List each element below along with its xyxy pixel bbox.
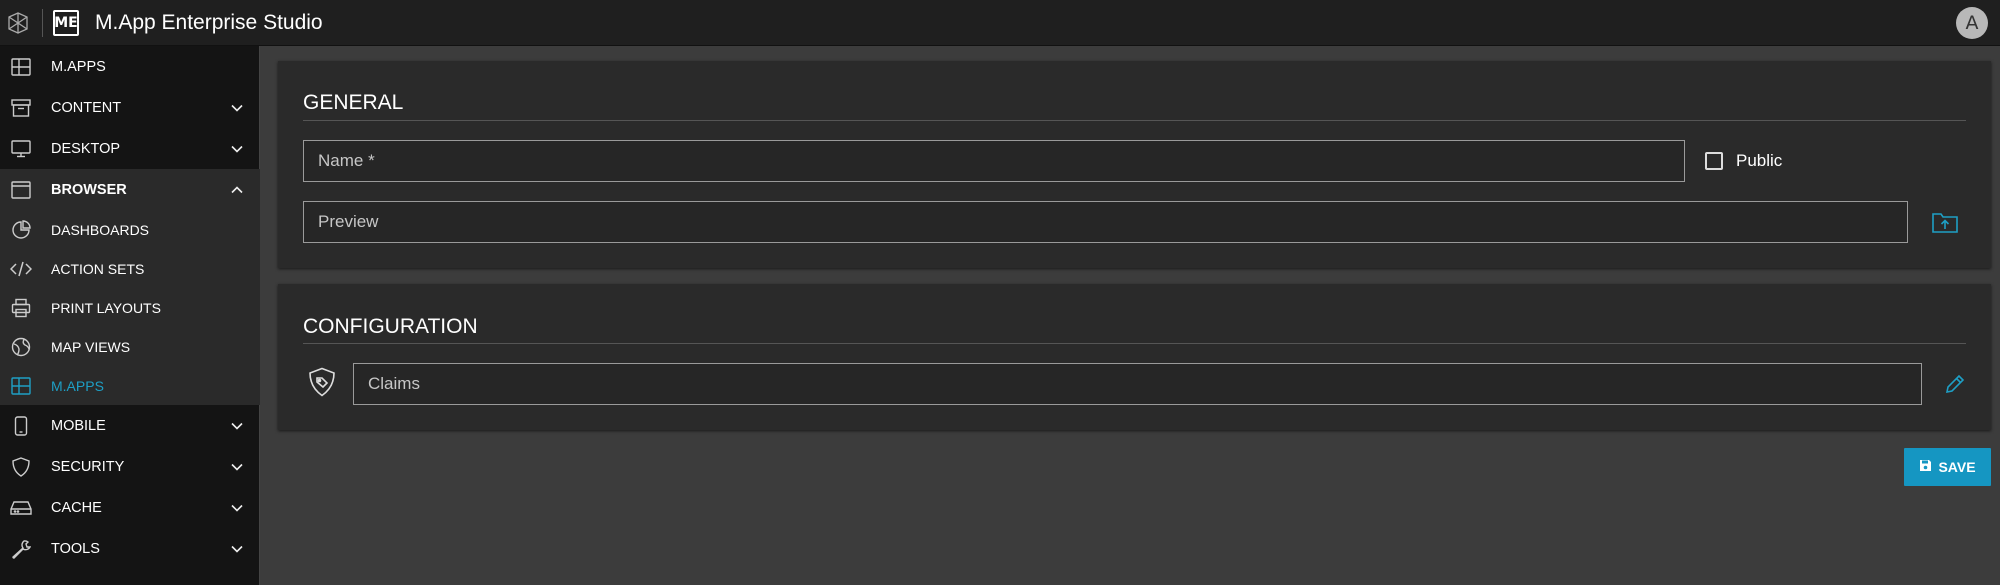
grid-icon [10, 56, 32, 78]
sidebar-item-label: SECURITY [51, 458, 125, 475]
sidebar-item-map-views[interactable]: MAP VIEWS [0, 327, 260, 366]
folder-upload-icon[interactable] [1932, 210, 1958, 234]
pie-chart-icon [10, 219, 32, 241]
sidebar-item-label: CONTENT [51, 99, 122, 116]
sidebar-item-label: MOBILE [51, 417, 106, 434]
configuration-panel: CONFIGURATION Claims [278, 284, 1991, 430]
sidebar-item-mapps[interactable]: M.APPS [0, 46, 260, 87]
sidebar-item-tools[interactable]: TOOLS [0, 528, 260, 569]
chevron-down-icon [230, 460, 244, 474]
chevron-down-icon [230, 501, 244, 515]
sidebar-item-label: DASHBOARDS [51, 221, 150, 238]
general-heading: GENERAL [303, 91, 404, 114]
divider [42, 8, 43, 37]
sidebar-item-label: DESKTOP [51, 140, 121, 157]
sidebar-item-cache[interactable]: CACHE [0, 487, 260, 528]
preview-field[interactable]: Preview [303, 201, 1908, 243]
chevron-up-icon [230, 183, 244, 197]
floppy-disk-icon [1919, 459, 1932, 475]
mobile-icon [10, 415, 32, 437]
browser-window-icon [10, 179, 32, 201]
divider [303, 120, 1966, 121]
public-checkbox[interactable] [1705, 152, 1723, 170]
hexagon-logo-icon [0, 0, 36, 46]
sidebar-item-label: CACHE [51, 499, 102, 516]
configuration-heading: CONFIGURATION [303, 315, 478, 338]
monitor-icon [10, 138, 32, 160]
app-title: M.App Enterprise Studio [95, 10, 323, 34]
sidebar-item-label: BROWSER [51, 181, 127, 198]
save-button[interactable]: SAVE [1904, 448, 1991, 486]
divider [303, 343, 1966, 344]
globe-icon [10, 336, 32, 358]
sidebar-item-print-layouts[interactable]: PRINT LAYOUTS [0, 288, 260, 327]
chevron-down-icon [230, 542, 244, 556]
general-panel: GENERAL Name * Public Preview [278, 61, 1991, 268]
archive-icon [10, 97, 32, 119]
printer-icon [10, 297, 32, 319]
sidebar-item-dashboards[interactable]: DASHBOARDS [0, 210, 260, 249]
grid-icon [10, 375, 32, 397]
sidebar-item-content[interactable]: CONTENT [0, 87, 260, 128]
sidebar-item-label: M.APPS [51, 58, 106, 75]
pencil-icon[interactable] [1944, 373, 1966, 395]
sidebar-item-mapps-browser[interactable]: M.APPS [0, 366, 260, 405]
name-field[interactable]: Name * [303, 140, 1685, 182]
sidebar-item-mobile[interactable]: MOBILE [0, 405, 260, 446]
sidebar-item-browser[interactable]: BROWSER [0, 169, 260, 210]
public-label: Public [1736, 151, 1783, 170]
sidebar-item-label: ACTION SETS [51, 260, 145, 277]
sidebar: M.APPS CONTENT DESKTOP BROWSER DASHBOARD… [0, 46, 260, 585]
top-bar: ME M.App Enterprise Studio A [0, 0, 2000, 46]
shield-icon [10, 456, 32, 478]
app-badge[interactable]: ME [53, 9, 79, 36]
sidebar-item-desktop[interactable]: DESKTOP [0, 128, 260, 169]
sidebar-item-label: TOOLS [51, 540, 100, 557]
sidebar-item-label: M.APPS [51, 377, 104, 394]
shield-tag-icon [308, 367, 336, 397]
wrench-icon [10, 538, 32, 560]
sidebar-item-security[interactable]: SECURITY [0, 446, 260, 487]
chevron-down-icon [230, 142, 244, 156]
sidebar-item-label: PRINT LAYOUTS [51, 299, 161, 316]
sidebar-item-label: MAP VIEWS [51, 338, 131, 355]
chevron-down-icon [230, 419, 244, 433]
save-label: SAVE [1938, 459, 1976, 475]
sidebar-item-action-sets[interactable]: ACTION SETS [0, 249, 260, 288]
avatar[interactable]: A [1956, 7, 1988, 39]
hard-drive-icon [10, 497, 32, 519]
chevron-down-icon [230, 101, 244, 115]
claims-field[interactable]: Claims [353, 363, 1922, 405]
code-icon [10, 258, 32, 280]
